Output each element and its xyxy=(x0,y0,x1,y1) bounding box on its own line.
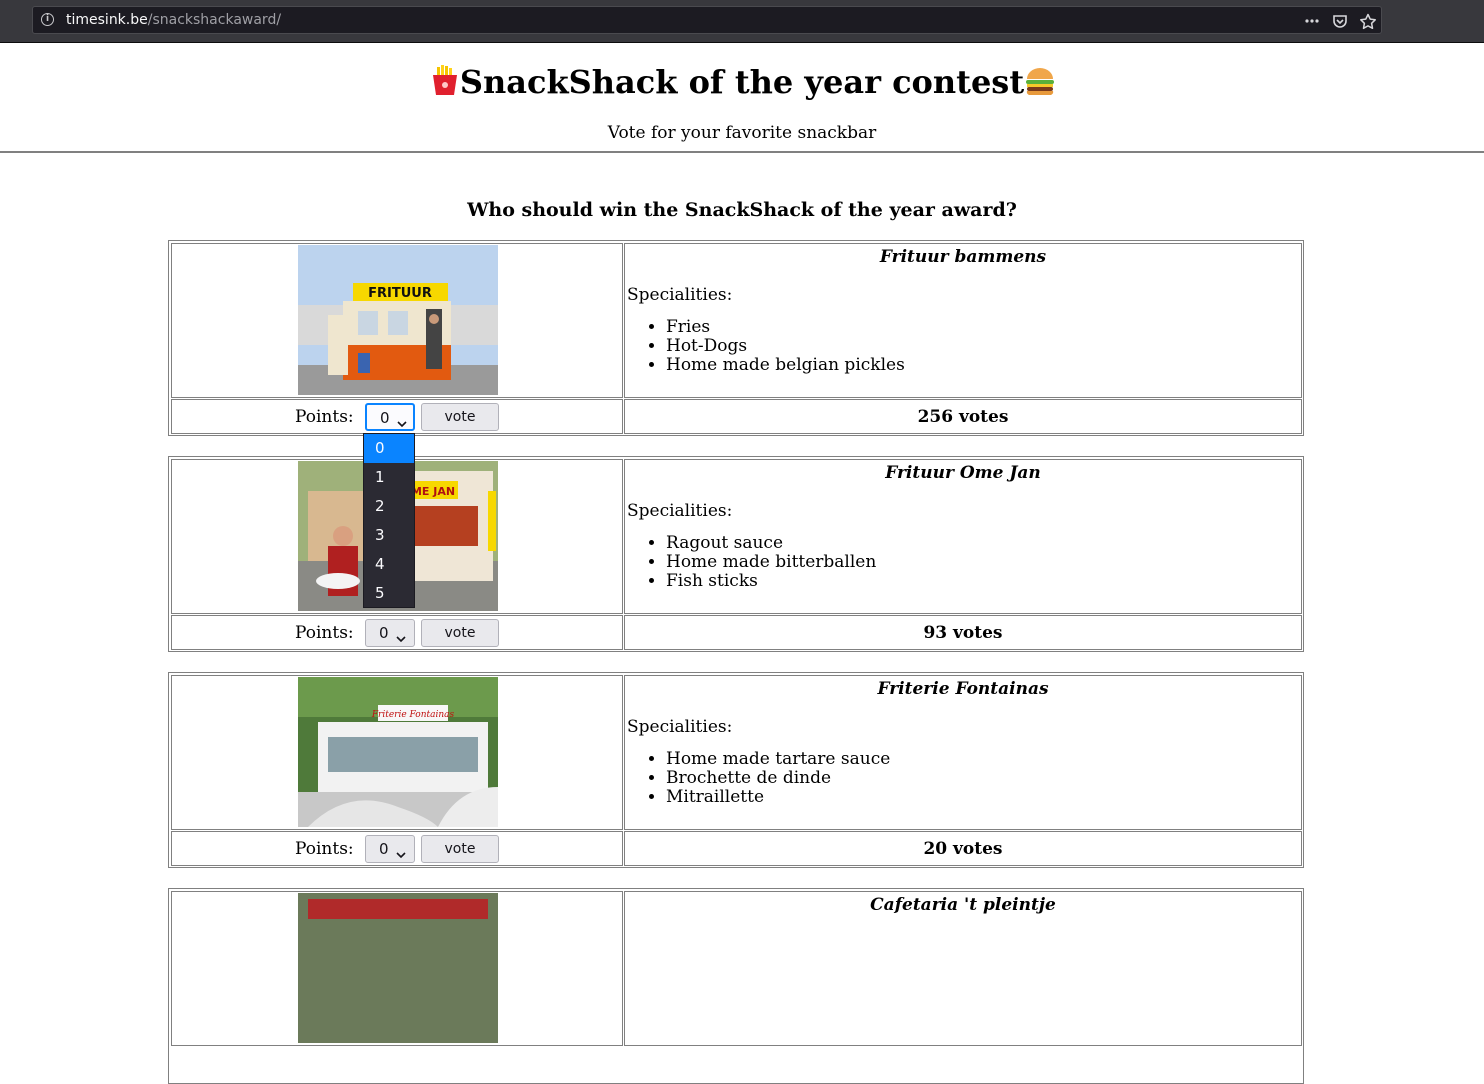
speciality-item: Home made belgian pickles xyxy=(666,356,905,375)
fries-emoji xyxy=(430,62,460,95)
snackbar-name: Frituur bammens xyxy=(879,247,1047,267)
url-host: timesink.be xyxy=(66,12,148,28)
info-cell: Friterie Fontainas Specialities: Home ma… xyxy=(624,675,1302,830)
snackbar-name: Friterie Fontainas xyxy=(877,679,1049,699)
points-option[interactable]: 3 xyxy=(364,521,414,550)
speciality-item: Home made tartare sauce xyxy=(666,750,890,769)
votes-cell: 20 votes xyxy=(624,831,1302,866)
points-label: Points: xyxy=(295,407,354,427)
svg-text:Friterie Fontainas: Friterie Fontainas xyxy=(371,710,455,720)
speciality-item: Hot-Dogs xyxy=(666,337,905,356)
snackbar-entry: Cafetaria 't pleintje xyxy=(168,888,1304,1084)
votes-cell: 256 votes xyxy=(624,399,1302,434)
header-divider xyxy=(0,151,1484,153)
points-select[interactable]: 0 xyxy=(365,619,415,647)
photo-cell: FRITUUR xyxy=(171,243,623,398)
points-option[interactable]: 1 xyxy=(364,463,414,492)
points-label: Points: xyxy=(295,839,354,859)
svg-text:ME JAN: ME JAN xyxy=(411,485,455,498)
snackbar-name: Frituur Ome Jan xyxy=(885,463,1041,483)
speciality-item: Brochette de dinde xyxy=(666,769,890,788)
vote-count: 20 votes xyxy=(923,839,1003,859)
snackbar-photo: FRITUUR xyxy=(298,245,498,395)
specialities-list: Ragout sauce Home made bitterballen Fish… xyxy=(627,534,876,591)
speciality-item: Fish sticks xyxy=(666,572,876,591)
pocket-icon[interactable] xyxy=(1329,10,1351,32)
svg-text:FRITUUR: FRITUUR xyxy=(368,286,432,301)
url-path: /snackshackaward/ xyxy=(147,12,282,28)
snackbar-photo xyxy=(298,893,498,1043)
votes-cell: 93 votes xyxy=(624,615,1302,650)
snackbar-name: Cafetaria 't pleintje xyxy=(870,895,1056,915)
points-dropdown-list: 0 1 2 3 4 5 xyxy=(363,433,415,608)
info-cell: Frituur bammens Specialities: Fries Hot-… xyxy=(624,243,1302,398)
points-select-value: 0 xyxy=(379,840,389,858)
points-select-value: 0 xyxy=(380,409,390,427)
speciality-item: Ragout sauce xyxy=(666,534,876,553)
chevron-down-icon xyxy=(396,845,406,863)
specialities-label: Specialities: xyxy=(627,501,733,521)
photo-cell: Friterie Fontainas xyxy=(171,675,623,830)
info-cell: Frituur Ome Jan Specialities: Ragout sau… xyxy=(624,459,1302,614)
chevron-down-icon xyxy=(396,629,406,647)
star-icon[interactable] xyxy=(1357,10,1379,32)
specialities-list: Home made tartare sauce Brochette de din… xyxy=(627,750,890,807)
points-cell: Points: 0 vote xyxy=(171,831,623,866)
more-horizontal-icon[interactable] xyxy=(1301,10,1323,32)
burger-emoji xyxy=(1024,62,1055,96)
points-option[interactable]: 5 xyxy=(364,579,414,608)
snackbar-photo: Friterie Fontainas xyxy=(298,677,498,827)
snackbar-entry: Friterie Fontainas Friterie Fontainas Sp… xyxy=(168,672,1304,868)
speciality-item: Home made bitterballen xyxy=(666,553,876,572)
specialities-label: Specialities: xyxy=(627,717,733,737)
site-info-icon[interactable]: i xyxy=(41,13,54,26)
points-cell: Points: 0 vote xyxy=(171,399,623,434)
subtitle: Vote for your favorite snackbar xyxy=(607,123,877,143)
vote-count: 93 votes xyxy=(923,623,1003,643)
vote-button[interactable]: vote xyxy=(421,835,499,863)
specialities-list: Fries Hot-Dogs Home made belgian pickles xyxy=(627,318,905,375)
url-text[interactable]: timesink.be/snackshackaward/ xyxy=(66,12,281,28)
points-cell: Points: 0 vote xyxy=(171,615,623,650)
snackbar-entry: FRITUUR Frituur bammens Specialities: Fr… xyxy=(168,240,1304,436)
contest-question: Who should win the SnackShack of the yea… xyxy=(467,199,1017,221)
title-text: SnackShack of the year contest xyxy=(459,63,1025,101)
speciality-item: Mitraillette xyxy=(666,788,890,807)
browser-toolbar: i timesink.be/snackshackaward/ xyxy=(0,0,1484,43)
chevron-down-icon xyxy=(397,414,407,432)
vote-count: 256 votes xyxy=(917,407,1009,427)
points-option[interactable]: 2 xyxy=(364,492,414,521)
specialities-label: Specialities: xyxy=(627,285,733,305)
photo-cell xyxy=(171,891,623,1046)
points-label: Points: xyxy=(295,623,354,643)
speciality-item: Fries xyxy=(666,318,905,337)
snackbar-entry: ME JAN Frituur Ome Jan Specialities: Rag… xyxy=(168,456,1304,652)
points-select[interactable]: 0 xyxy=(365,403,415,431)
vote-button[interactable]: vote xyxy=(421,619,499,647)
vote-button[interactable]: vote xyxy=(421,403,499,431)
info-cell: Cafetaria 't pleintje xyxy=(624,891,1302,1046)
points-select-value: 0 xyxy=(379,624,389,642)
page-title: SnackShack of the year contest xyxy=(0,58,1484,106)
points-option[interactable]: 0 xyxy=(364,434,414,463)
points-select[interactable]: 0 xyxy=(365,835,415,863)
address-bar[interactable]: i timesink.be/snackshackaward/ xyxy=(32,6,1382,34)
points-option[interactable]: 4 xyxy=(364,550,414,579)
